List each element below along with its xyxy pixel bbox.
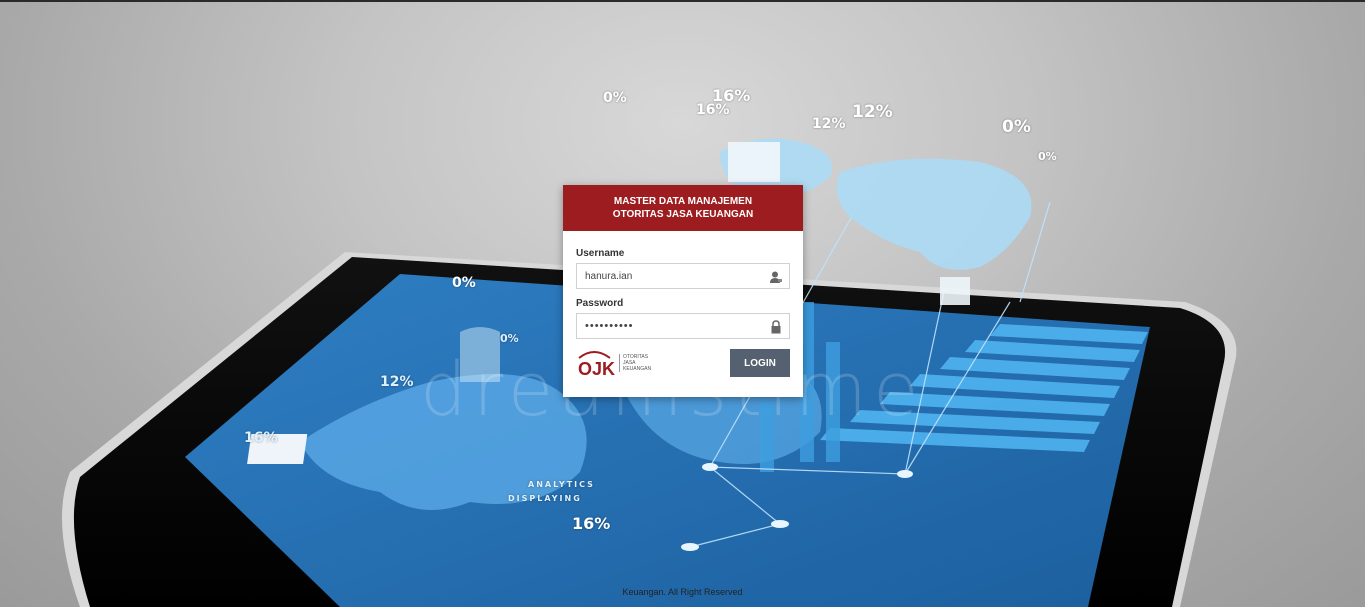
percent-label: 16% [696,102,730,118]
ojk-logo-text: OTORITAS JASA KEUANGAN [619,354,651,372]
username-field-wrapper [576,263,790,289]
password-input[interactable] [577,314,765,338]
password-field-wrapper [576,313,790,339]
percent-label: 12% [852,102,893,122]
percent-label: 12% [812,116,846,132]
password-label: Password [576,298,624,309]
percent-label: 12% [380,374,414,390]
percent-label: 0% [500,332,519,345]
percent-label: 0% [1002,117,1031,137]
lock-icon [771,320,781,334]
ojk-logo: OJK OTORITAS JASA KEUANGAN [576,348,651,378]
form-actions: OJK OTORITAS JASA KEUANGAN LOGIN [576,348,790,378]
login-form: Username Password OJK [563,231,803,378]
user-icon [770,271,782,283]
logo-text-line3: KEUANGAN [623,366,652,372]
percent-label: 0% [1038,150,1057,163]
percent-label: 0% [603,90,627,106]
login-panel: MASTER DATA MANAJEMEN OTORITAS JASA KEUA… [563,185,803,397]
login-button[interactable]: LOGIN [730,349,790,377]
username-label: Username [576,248,625,259]
percent-label: 16% [572,514,611,533]
login-header: MASTER DATA MANAJEMEN OTORITAS JASA KEUA… [563,185,803,231]
tablet-caption: DISPLAYING [508,494,582,503]
login-title-line2: OTORITAS JASA KEUANGAN [612,209,754,220]
percent-label: 0% [452,275,476,291]
ojk-logo-letters: OJK [578,359,615,378]
percent-label: 16% [244,430,278,446]
username-input[interactable] [577,264,765,288]
tablet-caption: ANALYTICS [528,480,595,489]
ojk-logo-mark: OJK [578,351,615,378]
footer-copyright: Keuangan. All Right Reserved [622,587,743,597]
login-title-line1: MASTER DATA MANAJEMEN [613,196,753,207]
